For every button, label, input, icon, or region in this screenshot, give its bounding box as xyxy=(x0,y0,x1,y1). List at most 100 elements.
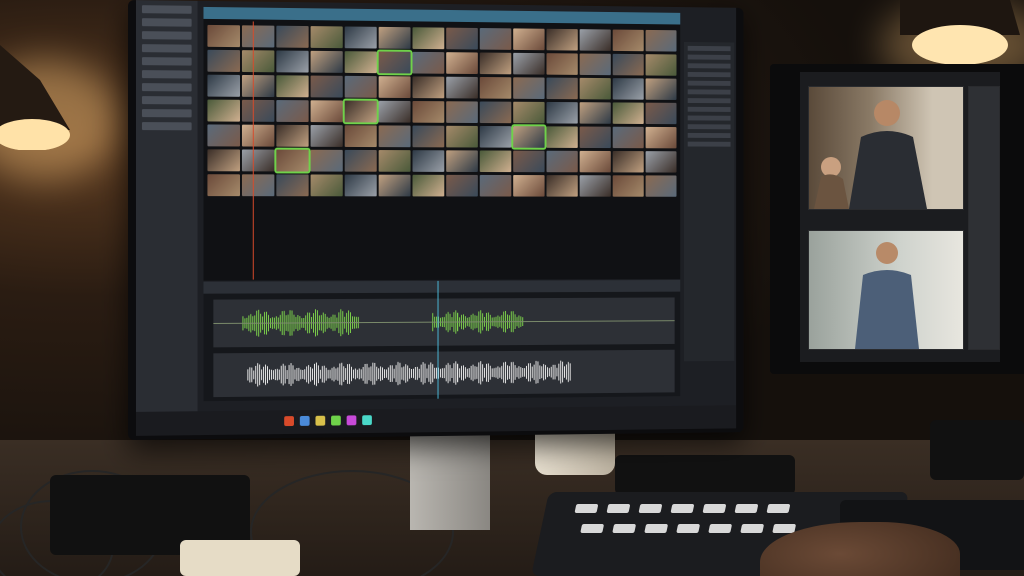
clip-thumbnail[interactable] xyxy=(579,102,611,124)
clip-thumbnail[interactable] xyxy=(412,51,445,74)
clip-thumbnail[interactable] xyxy=(376,49,413,76)
clip-thumbnail[interactable] xyxy=(241,50,275,73)
clip-thumbnail[interactable] xyxy=(310,174,343,197)
clip-thumbnail[interactable] xyxy=(276,25,309,48)
clip-thumbnail[interactable] xyxy=(479,174,512,197)
clip-thumbnail[interactable] xyxy=(344,125,377,148)
sidebar-row[interactable] xyxy=(141,57,192,66)
clip-thumbnail[interactable] xyxy=(645,175,677,197)
clip-thumbnail[interactable] xyxy=(378,174,411,197)
inspector-row[interactable] xyxy=(687,98,731,104)
timeline[interactable] xyxy=(203,280,681,402)
clip-thumbnail[interactable] xyxy=(513,175,545,197)
clip-thumbnail[interactable] xyxy=(276,124,309,147)
controller-key[interactable] xyxy=(580,524,605,533)
inspector-row[interactable] xyxy=(687,106,731,112)
clip-thumbnail[interactable] xyxy=(207,49,240,72)
clip-thumbnail[interactable] xyxy=(513,150,545,173)
inspector-row[interactable] xyxy=(687,124,731,130)
inspector-row[interactable] xyxy=(687,63,731,69)
taskbar-app-icon[interactable] xyxy=(331,415,341,426)
clip-thumbnail[interactable] xyxy=(546,175,578,197)
taskbar-app-icon[interactable] xyxy=(284,416,294,427)
controller-key[interactable] xyxy=(670,504,695,513)
clip-thumbnail[interactable] xyxy=(310,26,343,49)
controller-key[interactable] xyxy=(676,524,701,533)
clip-thumbnail[interactable] xyxy=(579,53,611,76)
clip-thumbnail[interactable] xyxy=(310,149,343,172)
clip-thumbnail[interactable] xyxy=(579,126,611,149)
clip-thumbnail[interactable] xyxy=(241,174,275,197)
clip-thumbnail[interactable] xyxy=(344,26,377,49)
inspector-row[interactable] xyxy=(687,132,731,138)
clip-thumbnail[interactable] xyxy=(479,150,512,173)
clip-thumbnail[interactable] xyxy=(412,76,445,99)
clip-thumbnail[interactable] xyxy=(546,101,578,124)
inspector-row[interactable] xyxy=(687,89,731,95)
clip-thumbnail[interactable] xyxy=(412,125,445,148)
sidebar-row[interactable] xyxy=(141,109,192,118)
clip-thumbnail[interactable] xyxy=(276,75,309,98)
clip-thumbnail[interactable] xyxy=(207,174,240,197)
clip-thumbnail[interactable] xyxy=(310,75,343,98)
clip-thumbnail[interactable] xyxy=(546,126,578,148)
clip-thumbnail[interactable] xyxy=(241,99,275,122)
clip-thumbnail[interactable] xyxy=(207,124,240,147)
clip-thumbnail[interactable] xyxy=(241,124,275,147)
clip-thumbnail[interactable] xyxy=(579,29,611,51)
clip-thumbnail[interactable] xyxy=(612,78,644,100)
clip-thumbnail[interactable] xyxy=(207,24,240,48)
clip-thumbnail[interactable] xyxy=(546,150,578,173)
clip-thumbnail[interactable] xyxy=(612,102,644,124)
taskbar-app-icon[interactable] xyxy=(362,415,372,426)
controller-key[interactable] xyxy=(740,524,765,533)
clip-thumbnail[interactable] xyxy=(342,98,379,125)
clip-thumbnail[interactable] xyxy=(612,151,644,173)
controller-key[interactable] xyxy=(702,504,727,513)
clip-thumbnail[interactable] xyxy=(207,74,240,97)
sidebar-row[interactable] xyxy=(141,5,192,14)
clip-thumbnail[interactable] xyxy=(479,28,512,50)
clip-thumbnail[interactable] xyxy=(378,125,411,148)
clip-thumbnail[interactable] xyxy=(412,174,445,197)
sidebar-row[interactable] xyxy=(141,44,192,53)
clip-thumbnail[interactable] xyxy=(479,101,512,124)
sidebar-row[interactable] xyxy=(141,70,192,79)
playhead-icon[interactable] xyxy=(437,280,439,399)
clip-thumbnail[interactable] xyxy=(412,150,445,172)
clip-thumbnail[interactable] xyxy=(479,76,512,99)
inspector-row[interactable] xyxy=(687,80,731,86)
clip-thumbnail[interactable] xyxy=(344,149,377,172)
clip-thumbnail[interactable] xyxy=(645,126,677,149)
clip-thumbnail[interactable] xyxy=(310,50,343,73)
clip-thumbnail[interactable] xyxy=(207,99,240,122)
clip-thumbnail[interactable] xyxy=(612,175,644,197)
clip-thumbnail[interactable] xyxy=(579,175,611,197)
controller-key[interactable] xyxy=(734,504,759,513)
clip-thumbnail[interactable] xyxy=(612,53,644,76)
inspector-row[interactable] xyxy=(687,115,731,121)
taskbar-app-icon[interactable] xyxy=(315,415,326,426)
clip-thumbnail[interactable] xyxy=(645,54,677,76)
clip-thumbnail[interactable] xyxy=(344,75,377,98)
clip-thumbnail[interactable] xyxy=(612,126,644,149)
clip-thumbnail[interactable] xyxy=(546,77,578,100)
clip-thumbnail[interactable] xyxy=(645,102,677,125)
clip-thumbnail[interactable] xyxy=(276,174,309,197)
clip-thumbnail[interactable] xyxy=(446,52,478,75)
clip-thumbnail[interactable] xyxy=(479,125,512,148)
controller-key[interactable] xyxy=(708,524,733,533)
clip-thumbnail[interactable] xyxy=(344,174,377,197)
taskbar-app-icon[interactable] xyxy=(299,415,310,426)
controller-key[interactable] xyxy=(606,504,631,513)
controller-key[interactable] xyxy=(644,524,669,533)
clip-thumbnail[interactable] xyxy=(513,28,545,51)
clip-thumbnail[interactable] xyxy=(579,150,611,173)
clip-thumbnail[interactable] xyxy=(546,53,578,75)
controller-key[interactable] xyxy=(574,504,599,513)
controller-key[interactable] xyxy=(638,504,663,513)
controller-key[interactable] xyxy=(612,524,637,533)
sidebar-row[interactable] xyxy=(141,122,192,131)
clip-thumbnail[interactable] xyxy=(241,149,275,172)
inspector-row[interactable] xyxy=(687,71,731,78)
